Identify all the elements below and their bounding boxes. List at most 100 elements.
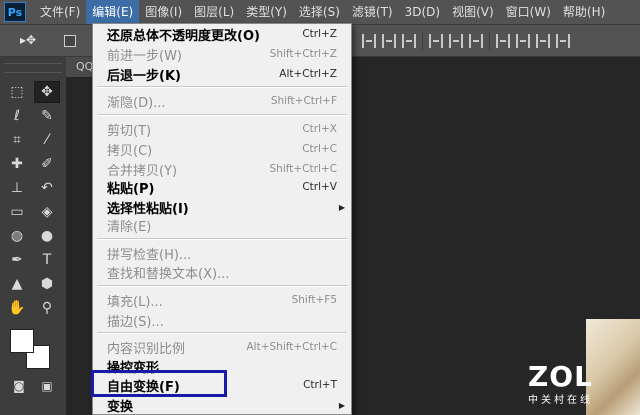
- menu-help[interactable]: 帮助(H): [557, 0, 611, 24]
- menu-layer[interactable]: 图层(L): [188, 0, 240, 24]
- menu-separator: [97, 285, 347, 287]
- menu-separator: [97, 332, 347, 334]
- menu-view[interactable]: 视图(V): [446, 0, 500, 24]
- type-icon[interactable]: T: [34, 249, 60, 271]
- distribute-vcenter-icon[interactable]: [449, 34, 463, 48]
- move-tool-preset-icon[interactable]: ▸✥: [20, 33, 42, 47]
- foreground-color-swatch[interactable]: [10, 329, 34, 353]
- hand-icon[interactable]: ✋: [4, 297, 30, 319]
- menu-item-label: 内容识别比例: [107, 341, 186, 357]
- menu-item-shortcut: Shift+Ctrl+F: [270, 95, 337, 107]
- menu-image[interactable]: 图像(I): [139, 0, 188, 24]
- menu-item-label: 粘贴(P): [107, 181, 155, 197]
- menu-select[interactable]: 选择(S): [293, 0, 346, 24]
- menu-item-label: 变换: [107, 399, 134, 415]
- move-icon[interactable]: ✥: [34, 81, 60, 103]
- menu-item-spell-check[interactable]: 拼写检查(H)...: [93, 243, 351, 263]
- align-top-icon[interactable]: [362, 34, 376, 48]
- menu-item-paste-special[interactable]: 选择性粘贴(I) ▶: [93, 197, 351, 217]
- distribute-top-icon[interactable]: [429, 34, 443, 48]
- distribute-left-icon[interactable]: [496, 34, 510, 48]
- distribute-bottom-icon[interactable]: [469, 34, 483, 48]
- free-transform-highlight-box: [91, 370, 227, 397]
- menu-item-shortcut: Ctrl+Z: [302, 28, 337, 40]
- auto-select-checkbox[interactable]: [64, 35, 76, 47]
- menu-item-label: 还原总体不透明度更改(O): [107, 28, 260, 44]
- eyedropper-icon[interactable]: ⁄: [34, 129, 60, 151]
- menu-item-transform[interactable]: 变换 ▶: [93, 395, 351, 415]
- menu-item-label: 前进一步(W): [107, 48, 182, 64]
- distribute-right-icon[interactable]: [536, 34, 550, 48]
- tools-panel: ⬚ ✥ ℓ ✎ ⌗ ⁄ ✚ ✐ ⊥ ↶ ▭ ◈ ◍ ● ✒ T ▲ ⬢ ✋ ⚲ …: [0, 57, 67, 415]
- menu-item-label: 填充(L)...: [107, 294, 163, 310]
- lasso-icon[interactable]: ℓ: [4, 105, 30, 127]
- menu-item-copy-merged[interactable]: 合并拷贝(Y) Shift+Ctrl+C: [93, 159, 351, 179]
- menu-item-step-backward[interactable]: 后退一步(K) Alt+Ctrl+Z: [93, 64, 351, 84]
- menu-bar: Ps 文件(F) 编辑(E) 图像(I) 图层(L) 类型(Y) 选择(S) 滤…: [0, 0, 640, 25]
- panel-grip[interactable]: [4, 63, 62, 73]
- menu-edit[interactable]: 编辑(E): [86, 0, 140, 24]
- distribute-hcenter-icon[interactable]: [516, 34, 530, 48]
- menu-item-label: 合并拷贝(Y): [107, 163, 178, 179]
- menu-item-shortcut: Ctrl+X: [302, 123, 337, 135]
- zoom-icon[interactable]: ⚲: [34, 297, 60, 319]
- menu-item-clear[interactable]: 清除(E): [93, 215, 351, 235]
- bottom-tools: ◙ ▣: [8, 375, 58, 397]
- paint-bucket-icon[interactable]: ◈: [34, 201, 60, 223]
- menu-item-paste[interactable]: 粘贴(P) Ctrl+V: [93, 177, 351, 197]
- menu-window[interactable]: 窗口(W): [500, 0, 557, 24]
- menu-item-content-aware-scale[interactable]: 内容识别比例 Alt+Shift+Ctrl+C: [93, 337, 351, 357]
- marquee-icon[interactable]: ⬚: [4, 81, 30, 103]
- divider: [422, 32, 423, 50]
- menu-3d[interactable]: 3D(D): [399, 0, 446, 24]
- blur-icon[interactable]: ◍: [4, 225, 30, 247]
- shape-icon[interactable]: ⬢: [34, 273, 60, 295]
- healing-brush-icon[interactable]: ✚: [4, 153, 30, 175]
- pen-icon[interactable]: ✒: [4, 249, 30, 271]
- menu-separator: [97, 114, 347, 116]
- menu-file[interactable]: 文件(F): [34, 0, 86, 24]
- menu-item-stroke[interactable]: 描边(S)...: [93, 310, 351, 330]
- menu-item-fill[interactable]: 填充(L)... Shift+F5: [93, 290, 351, 310]
- menu-type[interactable]: 类型(Y): [240, 0, 293, 24]
- zol-watermark: ZOL: [528, 360, 593, 393]
- menu-item-find-replace[interactable]: 查找和替换文本(X)...: [93, 262, 351, 282]
- screen-mode-icon[interactable]: ▣: [36, 375, 58, 397]
- auto-align-icon[interactable]: [556, 34, 570, 48]
- quick-mask-icon[interactable]: ◙: [8, 375, 30, 397]
- menu-item-label: 剪切(T): [107, 123, 152, 139]
- menu-item-shortcut: Ctrl+V: [302, 181, 337, 193]
- align-vcenter-icon[interactable]: [382, 34, 396, 48]
- menu-item-shortcut: Ctrl+T: [303, 379, 337, 391]
- path-select-icon[interactable]: ▲: [4, 273, 30, 295]
- clone-stamp-icon[interactable]: ⊥: [4, 177, 30, 199]
- divider: [489, 32, 490, 50]
- brush-icon[interactable]: ✐: [34, 153, 60, 175]
- menu-item-copy[interactable]: 拷贝(C) Ctrl+C: [93, 139, 351, 159]
- align-bottom-icon[interactable]: [402, 34, 416, 48]
- menu-item-label: 渐隐(D)...: [107, 95, 166, 111]
- quick-select-icon[interactable]: ✎: [34, 105, 60, 127]
- tool-grid: ⬚ ✥ ℓ ✎ ⌗ ⁄ ✚ ✐ ⊥ ↶ ▭ ◈ ◍ ● ✒ T ▲ ⬢ ✋ ⚲: [4, 81, 64, 321]
- menu-item-shortcut: Shift+Ctrl+Z: [269, 48, 337, 60]
- menu-item-shortcut: Shift+Ctrl+C: [269, 163, 337, 175]
- menu-separator: [97, 238, 347, 240]
- color-swatches: [10, 329, 52, 369]
- crop-icon[interactable]: ⌗: [4, 129, 30, 151]
- menu-filter[interactable]: 滤镜(T): [346, 0, 399, 24]
- menu-item-label: 描边(S)...: [107, 314, 164, 330]
- menu-item-label: 拷贝(C): [107, 143, 153, 159]
- menu-item-shortcut: Shift+F5: [291, 294, 337, 306]
- eraser-icon[interactable]: ▭: [4, 201, 30, 223]
- menu-item-shortcut: Alt+Ctrl+Z: [279, 68, 337, 80]
- menu-item-cut[interactable]: 剪切(T) Ctrl+X: [93, 119, 351, 139]
- dodge-icon[interactable]: ●: [34, 225, 60, 247]
- submenu-arrow-icon: ▶: [338, 400, 345, 410]
- history-brush-icon[interactable]: ↶: [34, 177, 60, 199]
- menu-item-fade[interactable]: 渐隐(D)... Shift+Ctrl+F: [93, 91, 351, 111]
- menu-item-shortcut: Alt+Shift+Ctrl+C: [246, 341, 338, 353]
- menu-item-label: 选择性粘贴(I): [107, 201, 189, 217]
- menu-item-undo[interactable]: 还原总体不透明度更改(O) Ctrl+Z: [93, 24, 351, 44]
- menu-item-label: 查找和替换文本(X)...: [107, 266, 230, 282]
- menu-item-step-forward[interactable]: 前进一步(W) Shift+Ctrl+Z: [93, 44, 351, 64]
